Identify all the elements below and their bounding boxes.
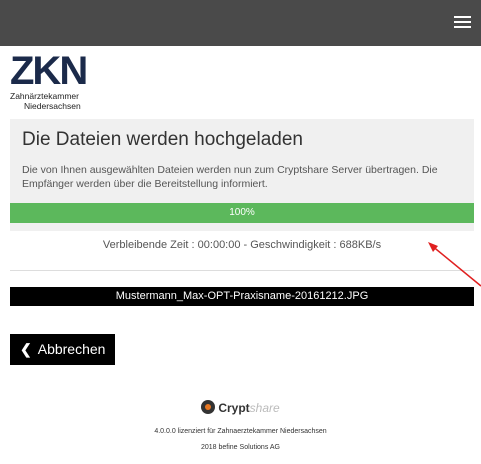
cryptshare-logo: Cryptshare	[0, 400, 481, 415]
hamburger-menu-icon[interactable]	[454, 16, 471, 29]
cancel-button[interactable]: ❮ Abbrechen	[10, 334, 116, 365]
copyright-text: 2018 befine Solutions AG	[200, 444, 280, 451]
logo-text-line2: Niedersachsen	[24, 101, 81, 111]
divider	[10, 270, 474, 271]
upload-description: Die von Ihnen ausgewählten Dateien werde…	[22, 164, 438, 190]
page-title: Die Dateien werden hochgeladen	[22, 129, 303, 150]
uploaded-file-name: Mustermann_Max-OPT-Praxisname-20161212.J…	[10, 287, 474, 306]
logo-mark: ZKN	[10, 49, 88, 93]
brand-name: Crypt	[218, 401, 250, 415]
annotation-arrow-line	[430, 244, 481, 287]
cryptshare-logo-icon	[201, 400, 216, 414]
chevron-left-icon: ❮	[20, 341, 32, 357]
transfer-stats: Verbleibende Zeit : 00:00:00 - Geschwind…	[102, 239, 382, 251]
logo-text-line1: Zahnärztekammer	[10, 91, 79, 101]
upload-status-panel: Die Dateien werden hochgeladen Die von I…	[10, 119, 474, 231]
upload-progress-bar: 100%	[10, 203, 474, 223]
zkn-logo: ZKN Zahnärztekammer Niedersachsen	[10, 49, 120, 111]
progress-label: 100%	[229, 207, 255, 218]
top-navigation-bar	[0, 0, 481, 46]
cancel-button-label: Abbrechen	[37, 341, 106, 357]
brand-suffix: share	[249, 401, 280, 415]
license-text: 4.0.0.0 lizenziert für Zahnaerztekammer …	[154, 428, 327, 435]
